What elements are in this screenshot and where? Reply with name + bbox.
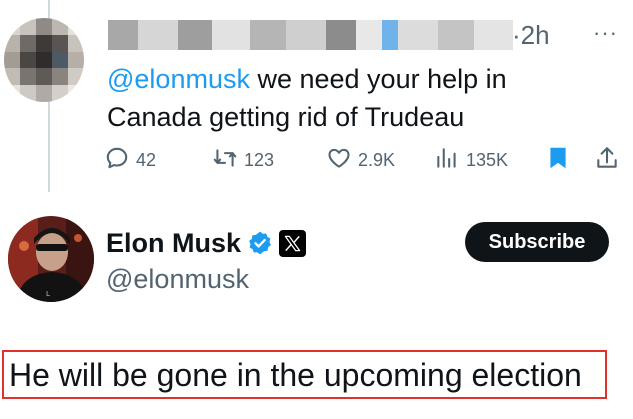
mention-link[interactable]: @elonmusk: [107, 64, 250, 94]
like-button[interactable]: 2.9K: [326, 146, 395, 174]
repost-count: 123: [244, 149, 275, 170]
author-handle[interactable]: @elonmusk: [106, 262, 249, 296]
views-count: 135K: [466, 149, 509, 170]
repost-button[interactable]: 123: [212, 146, 274, 174]
blurred-avatar[interactable]: [4, 18, 84, 102]
svg-text:L: L: [46, 290, 50, 298]
blurred-author-name[interactable]: [108, 20, 513, 50]
like-icon: [326, 145, 352, 176]
bookmark-button[interactable]: [545, 146, 571, 174]
author-row: Elon Musk: [106, 226, 307, 260]
tweet-text: He will be gone in the upcoming election: [9, 357, 582, 393]
reply-count: 42: [136, 149, 157, 170]
author-name[interactable]: Elon Musk: [106, 228, 241, 259]
more-icon[interactable]: ···: [593, 22, 618, 44]
x-affiliation-icon[interactable]: [279, 229, 307, 257]
reply-tweet-text: @elonmusk we need your help in Canada ge…: [107, 60, 577, 136]
like-count: 2.9K: [358, 149, 396, 170]
subscribe-button[interactable]: Subscribe: [465, 222, 609, 262]
reply-icon: [104, 145, 130, 176]
repost-icon: [212, 145, 238, 176]
views-icon: [434, 145, 460, 176]
reply-action-bar: 42 123 2.9K 135K: [104, 146, 624, 174]
reply-timestamp[interactable]: ·2h: [512, 18, 550, 52]
reply-button[interactable]: 42: [104, 146, 156, 174]
verified-icon[interactable]: [247, 230, 273, 256]
views-button[interactable]: 135K: [434, 146, 508, 174]
avatar[interactable]: L: [8, 216, 94, 302]
highlighted-tweet-text-box: He will be gone in the upcoming election: [2, 350, 607, 399]
share-icon: [594, 145, 620, 176]
bookmark-icon: [545, 145, 571, 176]
share-button[interactable]: [594, 146, 620, 174]
